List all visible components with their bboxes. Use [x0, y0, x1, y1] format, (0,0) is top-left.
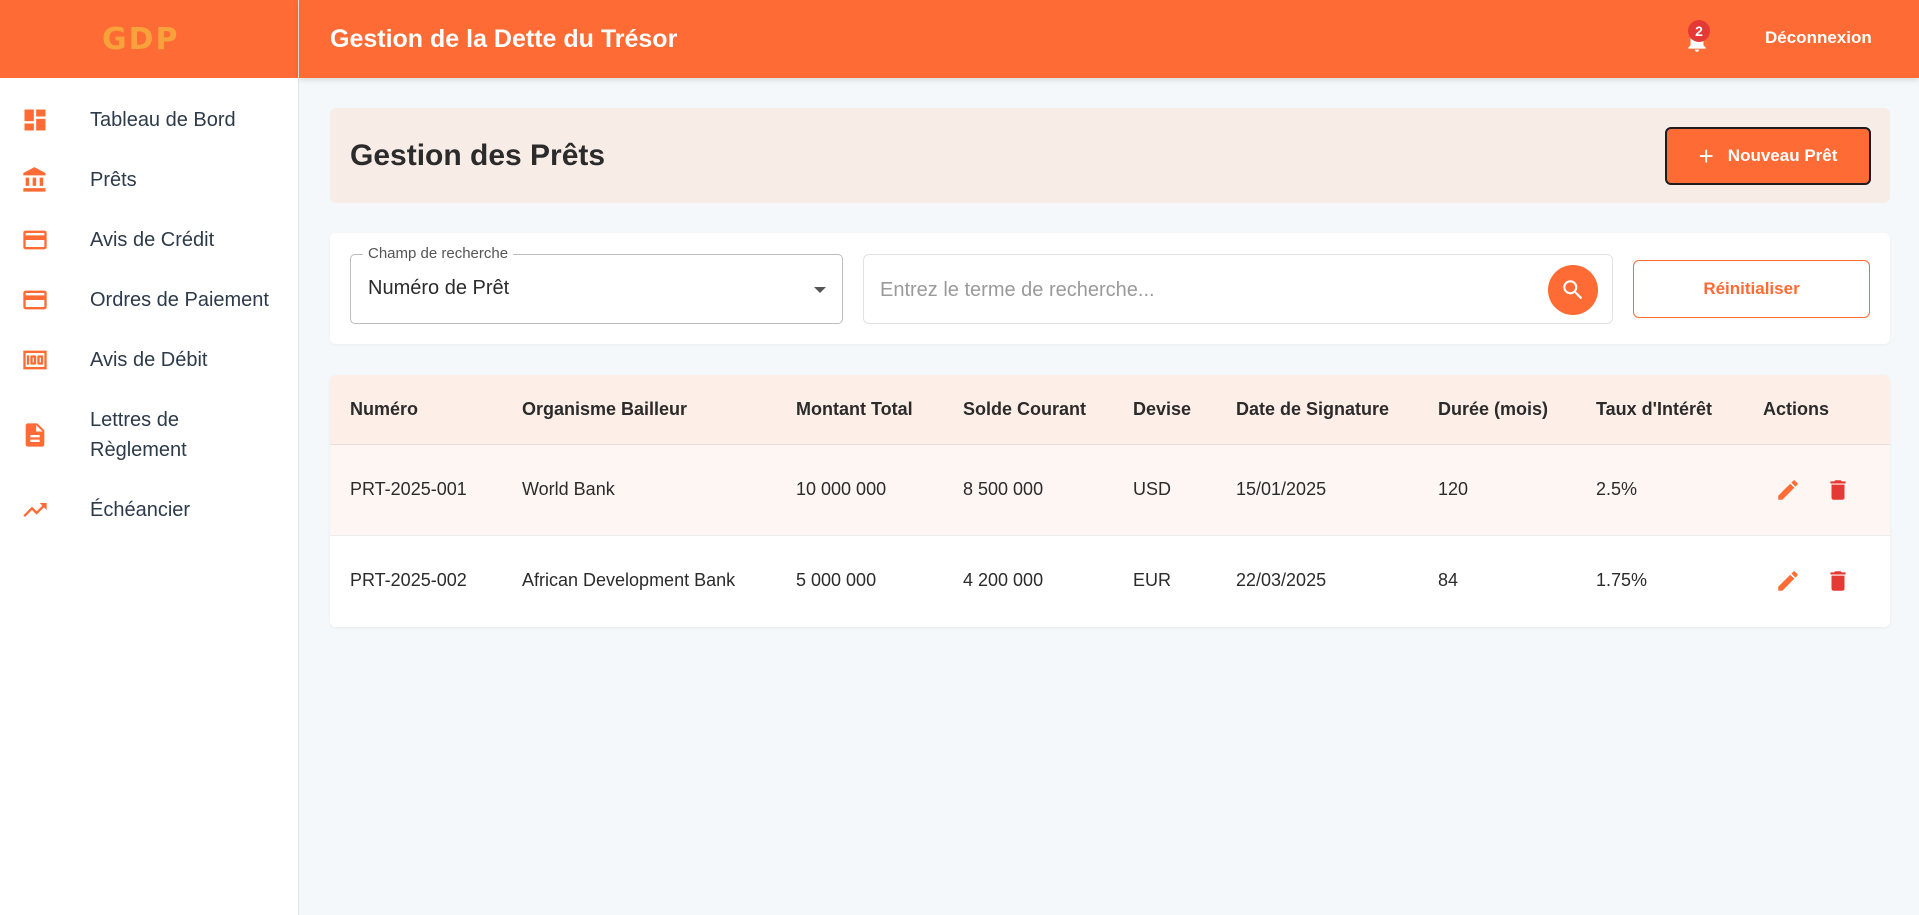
cell-montant: 10 000 000 — [796, 479, 887, 499]
bank-icon — [20, 165, 50, 195]
search-button[interactable] — [1548, 265, 1598, 315]
cell-duree: 120 — [1438, 479, 1469, 499]
app-title: Gestion de la Dette du Trésor — [330, 24, 678, 53]
header-organisme-bailleur[interactable]: Organisme Bailleur — [522, 399, 687, 420]
search-icon — [1563, 280, 1583, 300]
payment-card-icon — [20, 285, 50, 315]
sidebar-item-label: Ordres de Paiement — [90, 289, 269, 311]
notification-badge: 2 — [1688, 20, 1710, 42]
sidebar-item-label: Tableau de Bord — [90, 109, 236, 131]
header-montant-total[interactable]: Montant Total — [796, 399, 913, 420]
cell-bailleur: World Bank — [522, 479, 615, 499]
search-field-value: Numéro de Prêt — [368, 277, 510, 299]
cell-numero: PRT-2025-002 — [350, 570, 467, 590]
table-header: Numéro Organisme Bailleur Montant Total … — [330, 375, 1890, 445]
sidebar-item-echeancier[interactable]: Échéancier — [0, 480, 298, 540]
search-field-select[interactable]: Champ de recherche Numéro de Prêt — [350, 245, 843, 324]
cell-devise: EUR — [1133, 570, 1172, 590]
dashboard-icon — [20, 105, 50, 135]
sidebar-item-avis-de-debit[interactable]: Avis de Débit — [0, 330, 298, 390]
logo-bar: GDP — [0, 0, 298, 78]
trash-icon — [1830, 480, 1846, 500]
trending-icon — [20, 495, 50, 525]
caret-down-icon — [814, 287, 826, 293]
sidebar-item-avis-de-credit[interactable]: Avis de Crédit — [0, 210, 298, 270]
table-row[interactable]: PRT-2025-001 World Bank 10 000 000 8 500… — [330, 445, 1890, 536]
top-header: Gestion de la Dette du Trésor 2 Déconnex… — [299, 0, 1919, 78]
app-logo[interactable]: GDP — [102, 22, 180, 57]
new-loan-button[interactable]: + Nouveau Prêt — [1665, 127, 1871, 185]
delete-button[interactable] — [1823, 566, 1853, 596]
trash-icon — [1830, 571, 1846, 591]
search-field-label: Champ de recherche — [363, 245, 514, 262]
cell-taux: 1.75% — [1596, 570, 1648, 590]
sidebar-item-label: Prêts — [90, 169, 137, 191]
header-date-signature[interactable]: Date de Signature — [1236, 399, 1389, 420]
credit-card-icon — [20, 225, 50, 255]
cell-taux: 2.5% — [1596, 479, 1638, 499]
cell-bailleur: African Development Bank — [522, 570, 736, 590]
pencil-icon — [1778, 571, 1798, 591]
new-loan-label: Nouveau Prêt — [1727, 146, 1838, 165]
page-title: Gestion des Prêts — [350, 138, 606, 172]
sidebar-nav: Tableau de Bord Prêts Avis de Crédit Ord… — [0, 78, 298, 540]
search-box — [863, 254, 1613, 324]
cell-solde: 8 500 000 — [963, 479, 1044, 499]
sidebar-item-label: Échéancier — [90, 499, 191, 521]
sidebar-item-label: Lettres de Règlement — [90, 409, 187, 461]
plus-icon: + — [1698, 141, 1714, 171]
header-devise[interactable]: Devise — [1133, 399, 1191, 420]
sidebar: GDP Tableau de Bord Prêts Avis de Crédit… — [0, 0, 299, 915]
reset-button[interactable]: Réinitialiser — [1633, 260, 1870, 318]
document-icon — [20, 420, 50, 450]
edit-button[interactable] — [1773, 566, 1803, 596]
sidebar-item-tableau-de-bord[interactable]: Tableau de Bord — [0, 90, 298, 150]
sidebar-item-ordres-de-paiement[interactable]: Ordres de Paiement — [0, 270, 298, 330]
cell-duree: 84 — [1438, 570, 1459, 590]
cell-montant: 5 000 000 — [796, 570, 877, 590]
delete-button[interactable] — [1823, 475, 1853, 505]
edit-button[interactable] — [1773, 475, 1803, 505]
header-numero[interactable]: Numéro — [350, 399, 418, 420]
cell-numero: PRT-2025-001 — [350, 479, 467, 499]
pencil-icon — [1778, 480, 1798, 500]
table-row[interactable]: PRT-2025-002 African Development Bank 5 … — [330, 536, 1890, 627]
sidebar-item-lettres-de-reglement[interactable]: Lettres de Règlement — [0, 390, 298, 480]
search-card: Champ de recherche Numéro de Prêt Réinit… — [330, 233, 1890, 344]
header-solde-courant[interactable]: Solde Courant — [963, 399, 1086, 420]
logout-button[interactable]: Déconnexion — [1749, 20, 1888, 56]
sidebar-item-label: Avis de Débit — [90, 349, 208, 371]
page-header-card: Gestion des Prêts + Nouveau Prêt — [330, 108, 1890, 203]
cell-solde: 4 200 000 — [963, 570, 1044, 590]
money-icon — [20, 345, 50, 375]
header-taux-interet[interactable]: Taux d'Intérêt — [1596, 399, 1712, 420]
notifications-button[interactable]: 2 — [1682, 20, 1712, 54]
loans-table: Numéro Organisme Bailleur Montant Total … — [330, 375, 1890, 627]
header-duree[interactable]: Durée (mois) — [1438, 399, 1548, 420]
header-actions: Actions — [1763, 399, 1830, 419]
sidebar-item-prets[interactable]: Prêts — [0, 150, 298, 210]
sidebar-item-label: Avis de Crédit — [90, 229, 215, 251]
cell-date: 15/01/2025 — [1236, 479, 1327, 499]
search-input[interactable] — [880, 275, 1520, 305]
cell-date: 22/03/2025 — [1236, 570, 1327, 590]
cell-devise: USD — [1133, 479, 1172, 499]
